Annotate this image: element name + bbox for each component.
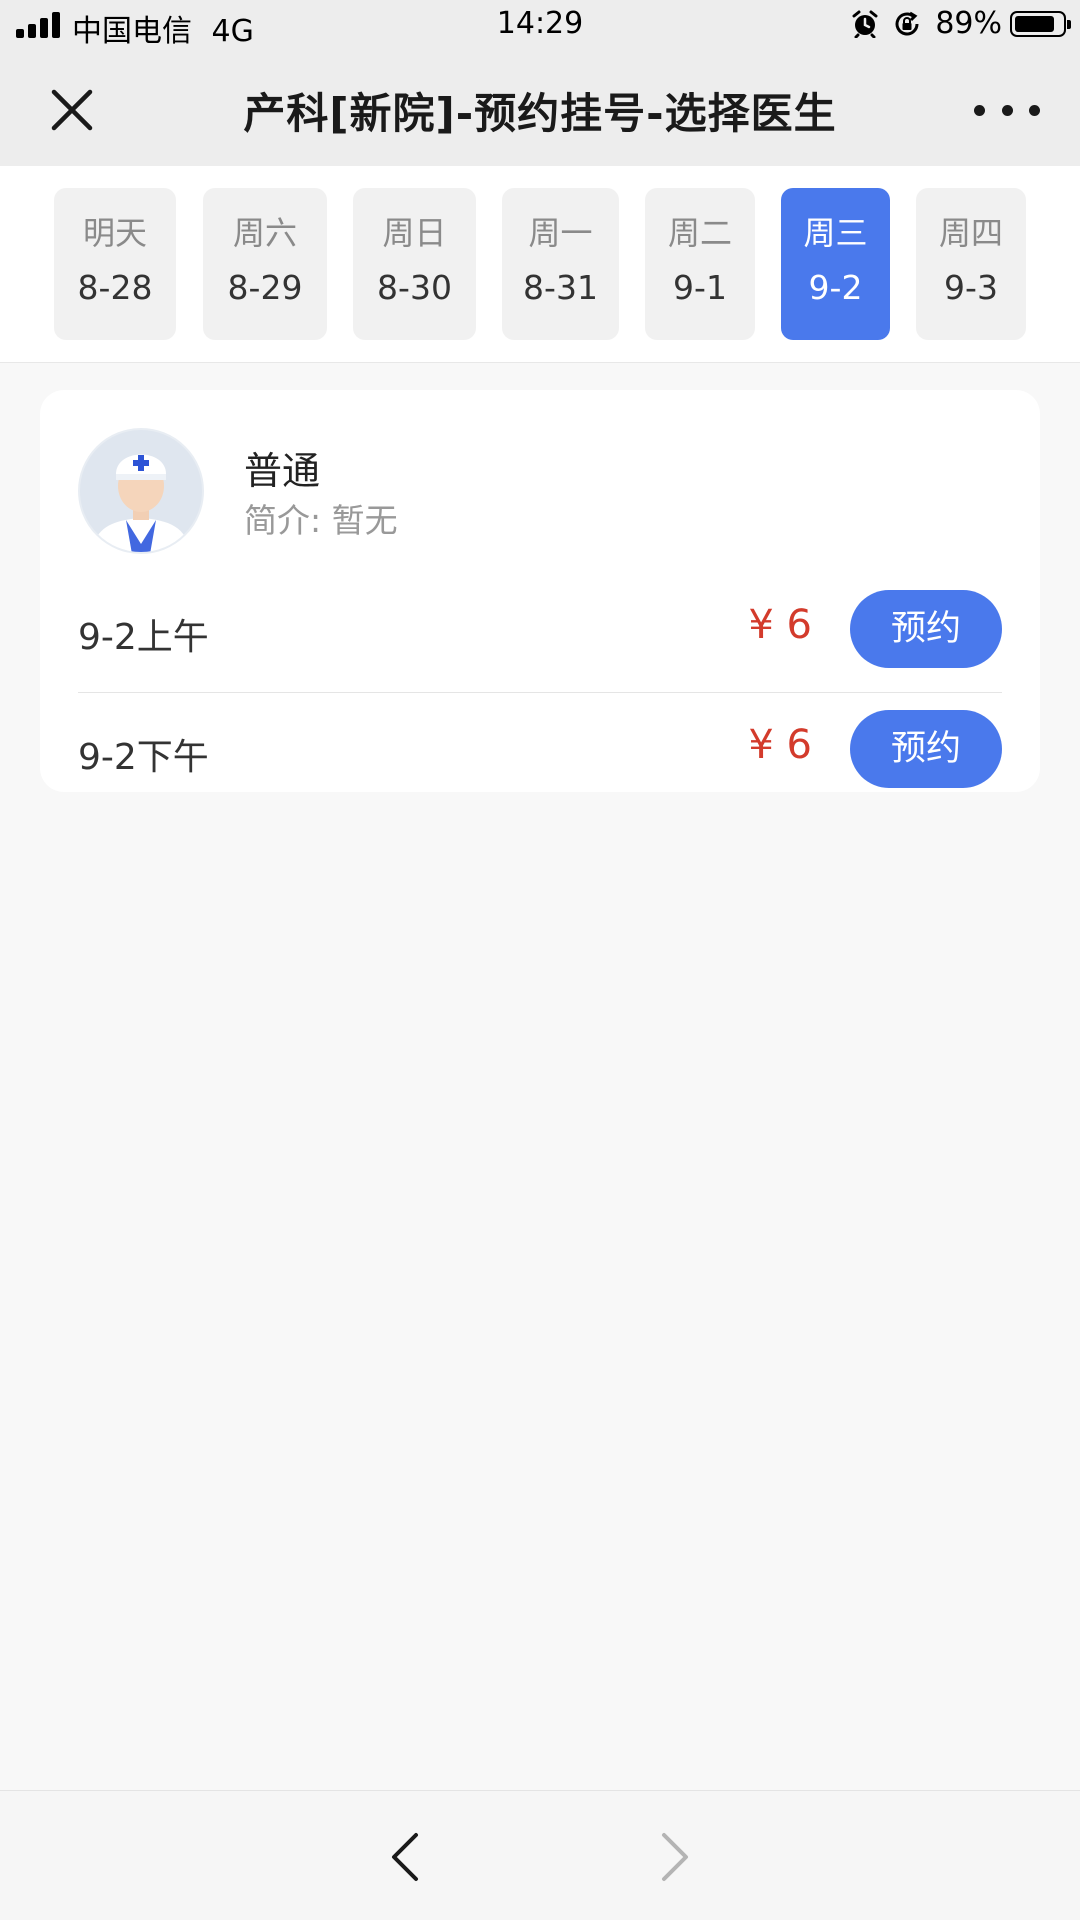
- bottom-toolbar: [0, 1790, 1080, 1920]
- close-icon[interactable]: [40, 82, 104, 138]
- forward-arrow-icon[interactable]: [654, 1831, 694, 1883]
- battery-icon: [1010, 10, 1071, 37]
- time-slot-row: 9-2上午 ¥ 6 预约: [78, 572, 1002, 693]
- date-tab-selected[interactable]: 周三 9-2: [781, 188, 890, 340]
- date-selector: 明天 8-28 周六 8-29 周日 8-30 周一 8-31 周二 9-1 周…: [0, 166, 1080, 363]
- status-bar: 中国电信 4G 14:29 89%: [0, 0, 1080, 52]
- time-slot-row: 9-2下午 ¥ 6 预约: [78, 692, 1002, 812]
- book-button[interactable]: 预约: [850, 710, 1002, 788]
- doctor-card: 普通 简介: 暂无 9-2上午 ¥ 6 预约 9-2下午 ¥ 6 预约: [40, 390, 1040, 792]
- nav-bar: 产科[新院]-预约挂号-选择医生: [0, 52, 1080, 166]
- doctor-intro: 简介: 暂无: [244, 501, 398, 540]
- date-tab-day: 周一: [528, 214, 593, 252]
- status-right: 89%: [851, 6, 1071, 41]
- doctor-name: 普通: [244, 449, 321, 493]
- date-tab[interactable]: 周四 9-3: [916, 188, 1026, 340]
- date-tab-day: 周日: [382, 214, 447, 252]
- date-tab-date: 8-30: [377, 268, 452, 307]
- date-tab[interactable]: 周日 8-30: [353, 188, 476, 340]
- date-tab[interactable]: 明天 8-28: [54, 188, 176, 340]
- date-tab-date: 9-1: [673, 268, 727, 307]
- date-tab-date: 8-28: [77, 268, 153, 307]
- page-title: 产科[新院]-预约挂号-选择医生: [243, 89, 837, 138]
- date-tab-date: 8-31: [523, 268, 598, 307]
- time-slot-price: ¥ 6: [748, 602, 812, 648]
- date-tab-day: 周三: [803, 214, 868, 252]
- date-tab-day: 周二: [667, 214, 732, 252]
- date-tab[interactable]: 周一 8-31: [502, 188, 619, 340]
- date-tab-day: 明天: [82, 214, 147, 252]
- date-tab-date: 9-2: [808, 268, 863, 307]
- date-tab-date: 9-3: [944, 268, 998, 307]
- rotation-lock-icon: [895, 11, 919, 35]
- battery-level: [1015, 15, 1054, 32]
- alarm-icon: [852, 10, 878, 38]
- date-tab-day: 周四: [938, 214, 1003, 252]
- screen: 中国电信 4G 14:29 89% 产科[新院]-预约挂号-选择医生 明天 8-…: [0, 0, 1080, 1920]
- time-slot-label: 9-2上午: [78, 617, 209, 658]
- book-button[interactable]: 预约: [850, 590, 1002, 668]
- back-arrow-icon[interactable]: [386, 1831, 426, 1883]
- time-slot-price: ¥ 6: [748, 722, 812, 768]
- doctor-avatar-icon: [78, 428, 204, 554]
- battery-percent: 89%: [935, 6, 1002, 41]
- date-tab-date: 8-29: [227, 268, 303, 307]
- date-tab[interactable]: 周二 9-1: [645, 188, 755, 340]
- time-slot-label: 9-2下午: [78, 737, 209, 778]
- date-tab[interactable]: 周六 8-29: [203, 188, 327, 340]
- date-tab-day: 周六: [232, 214, 297, 252]
- more-icon[interactable]: [974, 92, 1040, 128]
